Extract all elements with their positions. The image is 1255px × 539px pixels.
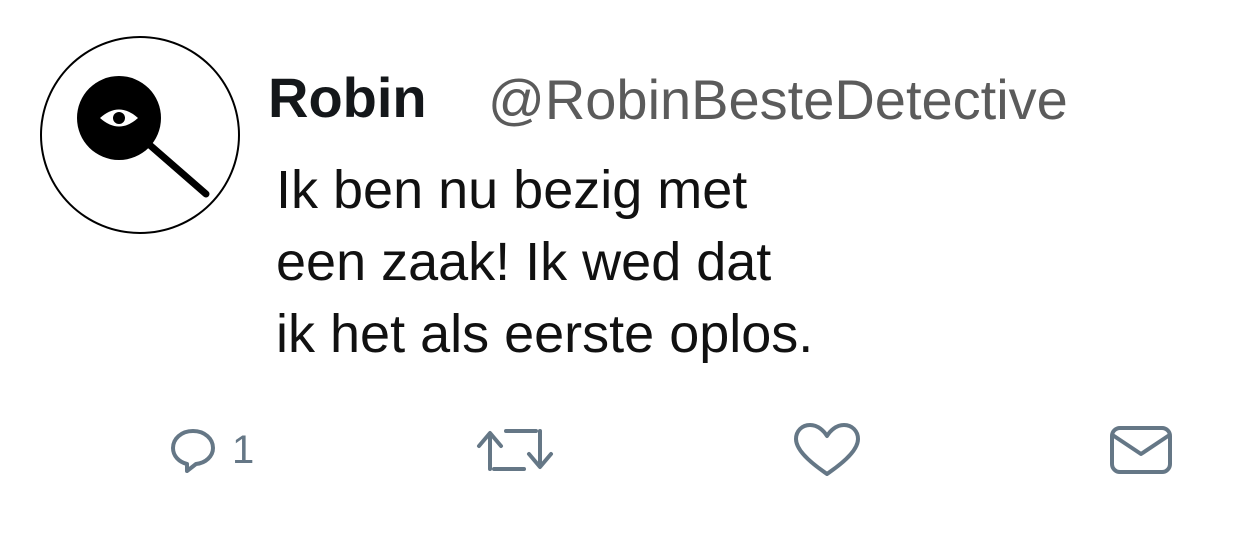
display-name[interactable]: Robin	[268, 70, 427, 126]
reply-button[interactable]: 1	[168, 418, 254, 482]
envelope-icon	[1110, 426, 1172, 474]
tweet-card: Robin @RobinBesteDetective Ik ben nu bez…	[0, 0, 1255, 539]
direct-message-button[interactable]	[1108, 418, 1174, 482]
user-handle[interactable]: @RobinBesteDetective	[488, 72, 1068, 128]
reply-count: 1	[232, 428, 255, 472]
avatar[interactable]	[40, 36, 240, 234]
tweet-text-line: ik het als eerste oplos.	[276, 304, 814, 364]
retweet-icon	[477, 429, 553, 471]
tweet-text: Ik ben nu bezig met een zaak! Ik wed dat…	[276, 154, 1036, 370]
retweet-button[interactable]	[474, 418, 556, 482]
magnifying-glass-eye-icon	[77, 76, 210, 198]
like-button[interactable]	[792, 418, 862, 482]
reply-icon	[171, 429, 215, 473]
tweet-text-line: Ik ben nu bezig met	[276, 160, 748, 220]
heart-icon	[794, 423, 860, 476]
tweet-text-line: een zaak! Ik wed dat	[276, 232, 772, 292]
